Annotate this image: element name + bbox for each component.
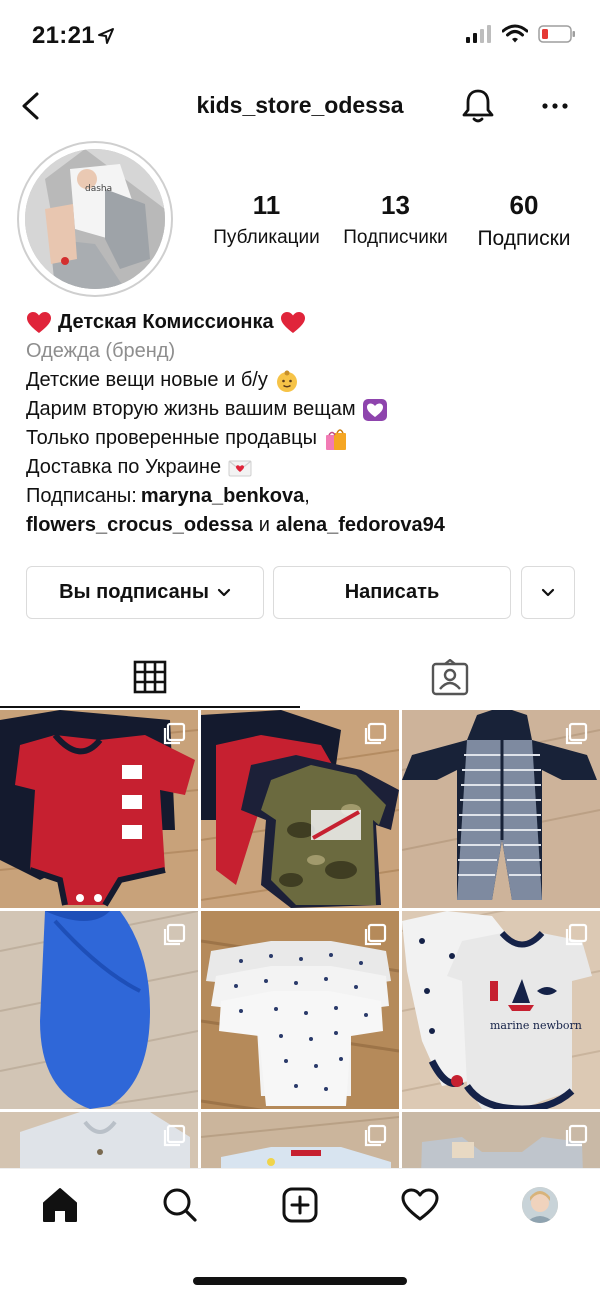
bio-line: Доставка по Украине — [26, 453, 586, 482]
followers-label: Подписчики — [343, 227, 448, 248]
posts-grid: marine newborn — [0, 710, 600, 1170]
red-heart-icon — [280, 311, 305, 333]
tagged-person-icon — [431, 659, 469, 696]
post-thumbnail[interactable] — [0, 911, 198, 1109]
cellular-signal-icon — [466, 25, 491, 43]
multiple-photos-icon — [565, 1124, 588, 1147]
multiple-photos-icon — [163, 1124, 186, 1147]
message-button[interactable]: Написать — [273, 566, 511, 619]
profile-username: kids_store_odessa — [196, 92, 404, 118]
post-thumbnail[interactable]: marine newborn — [402, 911, 600, 1109]
bio-line: Только проверенные продавцы — [26, 424, 586, 453]
post-thumbnail[interactable] — [0, 1112, 198, 1170]
bio-line: Детские вещи новые и б/у — [26, 366, 586, 395]
bio-name-row: Детская Комиссионка — [26, 308, 586, 337]
nav-profile[interactable] — [518, 1183, 562, 1227]
stat-following[interactable]: 60 Подписки — [458, 190, 590, 251]
tab-tagged[interactable] — [300, 648, 600, 708]
multiple-photos-icon — [364, 923, 387, 946]
multiple-photos-icon — [565, 923, 588, 946]
chevron-down-icon — [541, 588, 555, 596]
wifi-icon — [502, 24, 528, 43]
bio-followed-by-continued: flowers_crocus_odessa и alena_fedorova94 — [26, 511, 586, 540]
notifications-button[interactable] — [456, 84, 500, 128]
profile-avatar[interactable]: dasha — [17, 141, 173, 297]
profile-stats: 11 Публикации 13 Подписчики 60 Подписки — [200, 190, 590, 251]
subscribed-label: Вы подписаны — [59, 581, 209, 603]
bio-line: Дарим вторую жизнь вашим вещам — [26, 395, 586, 424]
post-thumbnail[interactable] — [201, 710, 399, 908]
baby-emoji-icon — [276, 370, 297, 392]
multiple-photos-icon — [364, 722, 387, 745]
battery-icon — [538, 25, 575, 43]
stat-followers[interactable]: 13 Подписчики — [333, 190, 458, 251]
bio-category: Одежда (бренд) — [26, 340, 176, 362]
bell-icon — [462, 89, 494, 123]
home-indicator[interactable] — [193, 1277, 407, 1285]
bio-line-text: Дарим вторую жизнь вашим вещам — [26, 398, 356, 420]
more-dots-icon — [542, 103, 568, 109]
bio-name: Детская Комиссионка — [58, 311, 274, 333]
profile-avatar-small — [522, 1187, 558, 1223]
bio-line-text: Детские вещи новые и б/у — [26, 369, 268, 391]
followed-user-link[interactable]: alena_fedorova94 — [276, 511, 445, 540]
home-icon — [43, 1188, 77, 1222]
followers-count: 13 — [381, 190, 410, 220]
status-time: 21:21 — [32, 22, 95, 49]
tab-posts-grid[interactable] — [0, 648, 300, 708]
post-thumbnail[interactable] — [201, 1112, 399, 1170]
more-options-button[interactable] — [535, 84, 575, 128]
nav-search[interactable] — [158, 1183, 202, 1227]
bottom-navigation — [0, 1168, 600, 1248]
bio-line-text: Доставка по Украине — [26, 456, 222, 478]
purple-heart-icon — [362, 398, 387, 421]
post-thumbnail[interactable] — [402, 710, 600, 908]
location-arrow-icon — [98, 28, 114, 44]
followed-comma: , — [304, 485, 310, 507]
stat-posts[interactable]: 11 Публикации — [200, 190, 333, 251]
multiple-photos-icon — [163, 722, 186, 745]
profile-bio: Детская Комиссионка Одежда (бренд) Детск… — [26, 308, 586, 540]
nav-home[interactable] — [38, 1183, 82, 1227]
subscribed-button[interactable]: Вы подписаны — [26, 566, 264, 619]
grid-icon — [133, 660, 167, 694]
suggested-accounts-button[interactable] — [521, 566, 575, 619]
message-label: Написать — [344, 581, 440, 603]
followed-user-link[interactable]: flowers_crocus_odessa — [26, 511, 253, 540]
profile-actions: Вы подписаны Написать — [26, 566, 575, 619]
bio-line-text: Только проверенные продавцы — [26, 427, 317, 449]
profile-tabs — [0, 648, 600, 708]
chevron-down-icon — [217, 588, 231, 596]
shopping-bags-icon — [325, 428, 346, 450]
svg-text:dasha: dasha — [85, 184, 112, 194]
multiple-photos-icon — [364, 1124, 387, 1147]
following-count: 60 — [509, 190, 539, 220]
red-heart-icon — [27, 311, 51, 333]
following-label: Подписки — [477, 227, 571, 250]
posts-count: 11 — [252, 190, 281, 220]
status-bar: 21:21 — [0, 0, 600, 74]
followed-and: и — [258, 514, 270, 536]
post-thumbnail[interactable] — [201, 911, 399, 1109]
post-thumbnail[interactable] — [402, 1112, 600, 1170]
search-icon — [163, 1188, 197, 1222]
profile-avatar-image: dasha — [25, 149, 165, 289]
svg-text:marine newborn: marine newborn — [490, 1019, 582, 1032]
love-letter-icon — [228, 460, 252, 476]
followed-user-link[interactable]: maryna_benkova — [141, 485, 304, 507]
bio-followed-by: Подписаны: maryna_benkova, — [26, 482, 586, 511]
post-thumbnail[interactable] — [0, 710, 198, 908]
multiple-photos-icon — [163, 923, 186, 946]
followed-prefix: Подписаны: — [26, 485, 137, 507]
posts-label: Публикации — [213, 227, 320, 248]
nav-create[interactable] — [278, 1183, 322, 1227]
heart-icon — [401, 1188, 439, 1221]
nav-activity[interactable] — [398, 1183, 442, 1227]
profile-header: kids_store_odessa — [0, 74, 600, 138]
multiple-photos-icon — [565, 722, 588, 745]
create-post-icon — [282, 1187, 318, 1223]
